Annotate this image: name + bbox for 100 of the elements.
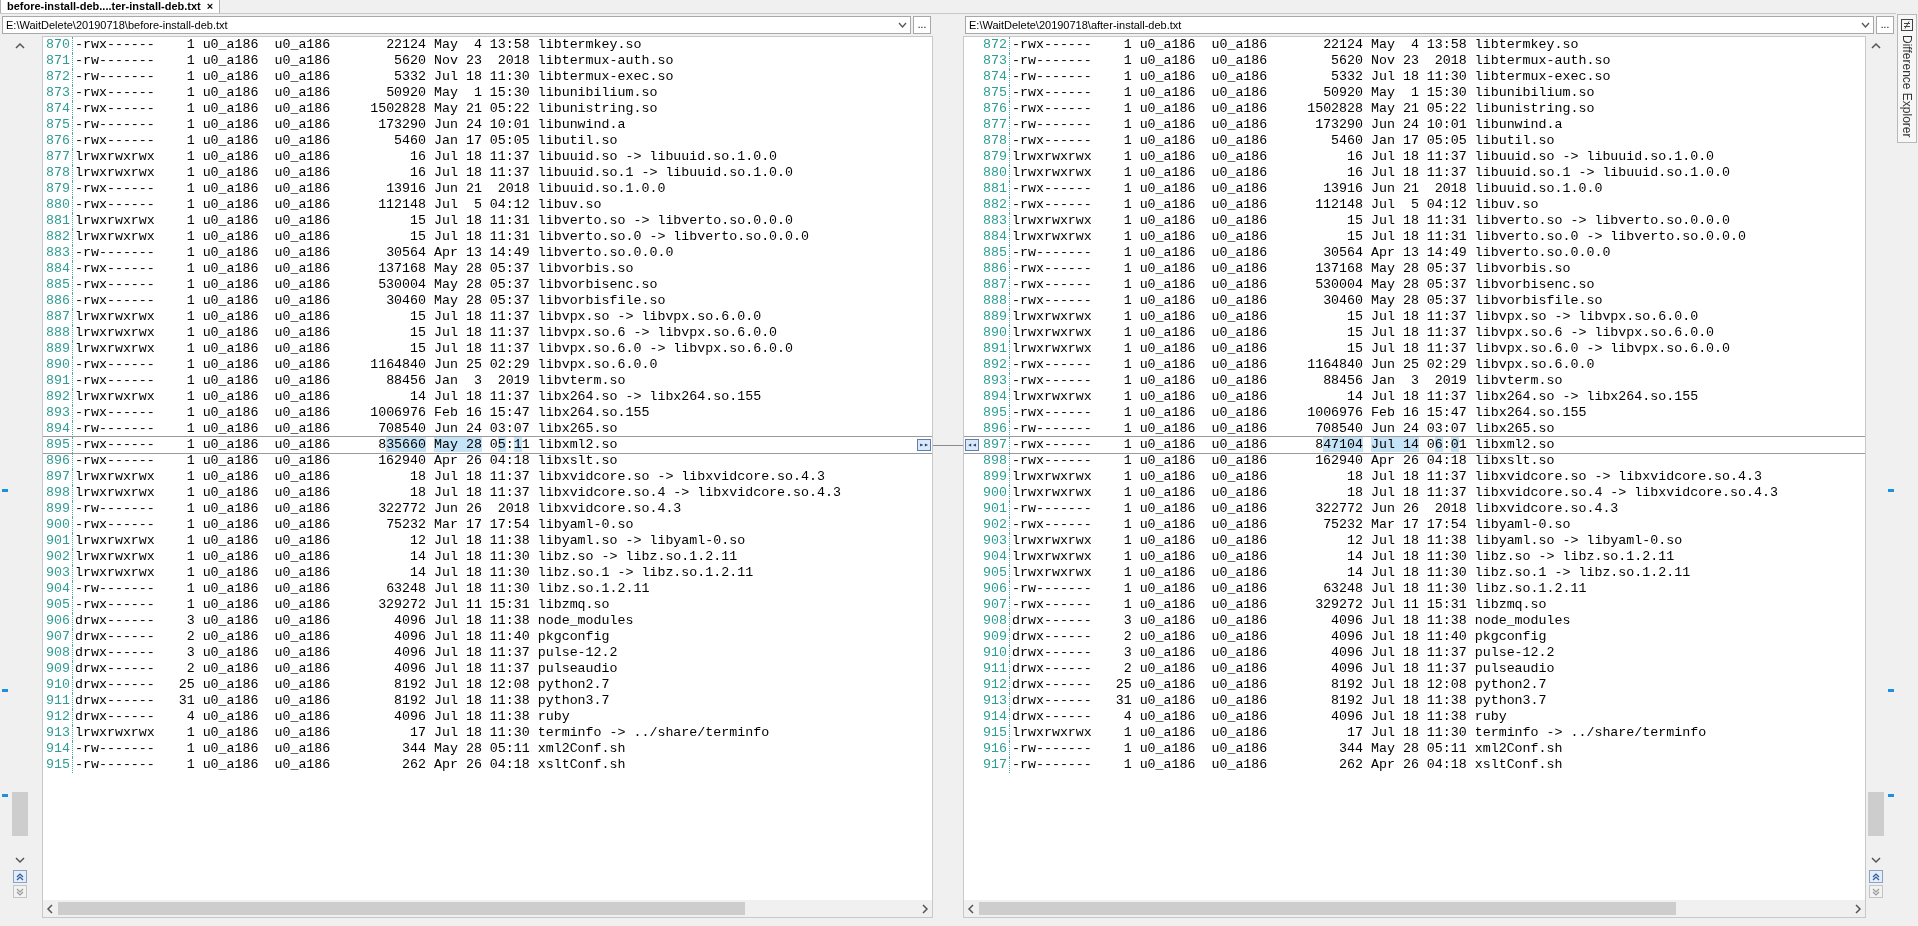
- text-editor[interactable]: [43, 37, 932, 900]
- group-text: u0_a186: [274, 117, 331, 133]
- size-text: 88456: [1322, 373, 1364, 389]
- previous-difference-button[interactable]: [13, 870, 27, 883]
- difference-marker[interactable]: [2, 689, 8, 692]
- scroll-down-icon[interactable]: [15, 856, 25, 864]
- browse-button[interactable]: ...: [1876, 16, 1894, 34]
- difference-marker[interactable]: [2, 489, 8, 492]
- owner-text: u0_a186: [1139, 437, 1196, 453]
- links-text: 1: [1122, 405, 1132, 421]
- scroll-up-icon[interactable]: [1871, 42, 1881, 50]
- file-name: libxslt.so: [1474, 453, 1555, 469]
- size-text: 5332: [1330, 69, 1364, 85]
- links-text: 1: [1122, 565, 1132, 581]
- browse-button[interactable]: ...: [913, 16, 931, 34]
- line-number: 894: [980, 389, 1010, 405]
- date-text: Jul 18 11:31: [434, 229, 530, 245]
- group-text: u0_a186: [1211, 37, 1268, 53]
- scroll-right-icon[interactable]: [921, 903, 929, 914]
- owner-text: u0_a186: [202, 229, 259, 245]
- line-number: 911: [980, 661, 1010, 677]
- owner-text: u0_a186: [202, 213, 259, 229]
- permissions-text: -rwx------: [75, 293, 155, 309]
- path-dropdown[interactable]: E:\WaitDelete\20190718\before-install-deb.txt: [2, 16, 911, 34]
- owner-text: u0_a186: [202, 437, 259, 453]
- links-text: 1: [1122, 501, 1132, 517]
- side-panel-tab[interactable]: Difference Explorer: [1897, 14, 1917, 143]
- size-text: 13916: [385, 181, 427, 197]
- owner-text: u0_a186: [202, 101, 259, 117]
- permissions-text: lrwxrwxrwx: [1012, 213, 1092, 229]
- scroll-left-icon[interactable]: [967, 903, 975, 914]
- scroll-up-icon[interactable]: [15, 42, 25, 50]
- close-icon[interactable]: ×: [206, 1, 214, 12]
- group-text: u0_a186: [274, 693, 331, 709]
- date-text: Jul 18 11:30: [434, 565, 530, 581]
- line-number: 883: [980, 213, 1010, 229]
- date-text: Jul 18 11:38: [1371, 709, 1467, 725]
- scroll-thumb[interactable]: [12, 792, 28, 836]
- difference-marker[interactable]: [1888, 689, 1894, 692]
- group-text: u0_a186: [274, 165, 331, 181]
- owner-text: u0_a186: [1139, 165, 1196, 181]
- permissions-text: -rw-------: [1012, 69, 1092, 85]
- text-editor[interactable]: [964, 37, 1865, 900]
- owner-text: u0_a186: [1139, 229, 1196, 245]
- difference-marker[interactable]: [1888, 794, 1894, 797]
- date-text: Jul 18 11:30: [434, 725, 530, 741]
- line-number: 907: [980, 597, 1010, 613]
- date-text: May 28 05:11: [434, 437, 530, 453]
- next-difference-button[interactable]: [13, 885, 27, 898]
- owner-text: u0_a186: [1139, 629, 1196, 645]
- links-text: 2: [185, 661, 195, 677]
- scroll-right-icon[interactable]: [1854, 903, 1862, 914]
- group-text: u0_a186: [274, 325, 331, 341]
- file-name: libunwind.a: [1474, 117, 1563, 133]
- scroll-thumb[interactable]: [58, 902, 746, 915]
- scroll-thumb[interactable]: [979, 902, 1676, 915]
- file-name: libvorbisfile.so: [537, 293, 666, 309]
- owner-text: u0_a186: [1139, 53, 1196, 69]
- group-text: u0_a186: [1211, 357, 1268, 373]
- owner-text: u0_a186: [202, 261, 259, 277]
- difference-marker[interactable]: [1888, 489, 1894, 492]
- group-text: u0_a186: [1211, 629, 1268, 645]
- permissions-text: drwx------: [1012, 629, 1092, 645]
- permissions-text: lrwxrwxrwx: [75, 549, 155, 565]
- links-text: 1: [185, 725, 195, 741]
- date-text: Jul 18 11:38: [1371, 613, 1467, 629]
- jump-button[interactable]: ▸▸: [917, 439, 931, 451]
- line-number: 908: [43, 645, 73, 661]
- file-name: pulse-12.2: [1474, 645, 1555, 661]
- size-text: 262: [1338, 757, 1364, 773]
- date-text: May 1 15:30: [1371, 85, 1467, 101]
- next-difference-button[interactable]: [1869, 885, 1883, 898]
- group-text: u0_a186: [1211, 149, 1268, 165]
- scroll-down-icon[interactable]: [1871, 856, 1881, 864]
- difference-marker[interactable]: [2, 794, 8, 797]
- links-text: 1: [185, 533, 195, 549]
- links-text: 1: [1122, 149, 1132, 165]
- line-number: 888: [43, 325, 73, 341]
- line-number: 876: [980, 101, 1010, 117]
- links-text: 1: [1122, 325, 1132, 341]
- owner-text: u0_a186: [202, 325, 259, 341]
- date-text: Jul 18 11:37: [1371, 325, 1467, 341]
- links-text: 1: [185, 581, 195, 597]
- group-text: u0_a186: [274, 645, 331, 661]
- previous-difference-button[interactable]: [1869, 870, 1883, 883]
- dropdown-caret-icon: [898, 22, 907, 28]
- scroll-thumb[interactable]: [1868, 792, 1884, 836]
- size-text: 75232: [385, 517, 427, 533]
- date-text: Jun 24 03:07: [434, 421, 530, 437]
- file-name: libxvidcore.so.4.3: [537, 501, 682, 517]
- jump-button[interactable]: ◂◂: [965, 439, 979, 451]
- links-text: 1: [185, 405, 195, 421]
- line-number: 881: [43, 213, 73, 229]
- path-dropdown[interactable]: E:\WaitDelete\20190718\after-install-deb.txt: [965, 16, 1874, 34]
- size-text: 15: [1346, 341, 1364, 357]
- file-name: libzmq.so: [537, 597, 610, 613]
- scroll-left-icon[interactable]: [46, 903, 54, 914]
- date-text: Jul 18 11:37: [434, 165, 530, 181]
- file-name: terminfo -> ../share/terminfo: [537, 725, 770, 741]
- document-tab[interactable]: before-install-deb....ter-install-deb.txt ×: [0, 0, 221, 13]
